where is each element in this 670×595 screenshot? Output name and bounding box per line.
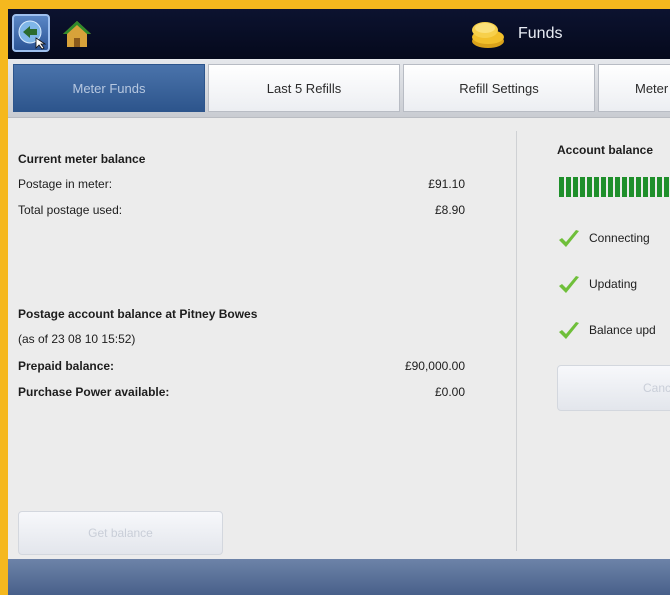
meter-funds-panel: Current meter balance Postage in meter: …: [8, 117, 516, 559]
page-title: Funds: [518, 25, 563, 42]
purchase-power-label: Purchase Power available:: [18, 385, 170, 399]
bottom-bar: [8, 559, 670, 595]
funds-header: Funds: [468, 9, 562, 59]
tab-bar: Meter Funds Last 5 Refills Refill Settin…: [8, 59, 670, 118]
back-button[interactable]: [12, 14, 50, 52]
home-icon: [63, 21, 91, 47]
check-icon: [559, 230, 579, 247]
meter-balance-heading: Current meter balance: [18, 152, 146, 166]
check-icon: [559, 322, 579, 339]
top-bar: Funds: [8, 9, 670, 59]
tab-refill-settings[interactable]: Refill Settings: [403, 64, 595, 112]
total-postage-used-label: Total postage used:: [18, 203, 123, 217]
status-heading: Account balance: [557, 143, 654, 157]
purchase-power-value: £0.00: [434, 385, 465, 399]
tab-meter[interactable]: Meter: [598, 64, 670, 112]
status-panel: Account balance Connecting Updating Bala…: [517, 117, 670, 559]
tab-last-5-refills[interactable]: Last 5 Refills: [208, 64, 400, 112]
account-balance-heading: Postage account balance at Pitney Bowes: [18, 307, 258, 321]
back-arrow-icon: [18, 20, 47, 50]
step-updating: Updating: [589, 277, 638, 291]
tab-meter-funds[interactable]: Meter Funds: [13, 64, 205, 112]
check-icon: [559, 276, 579, 293]
prepaid-balance-label: Prepaid balance:: [18, 359, 115, 373]
postage-in-meter-value: £91.10: [428, 177, 465, 191]
get-balance-button[interactable]: Get balance: [18, 511, 223, 555]
postage-in-meter-label: Postage in meter:: [18, 177, 113, 191]
screen: Funds Meter Funds Last 5 Refills Refill …: [8, 9, 670, 595]
prepaid-balance-value: £90,000.00: [404, 359, 465, 373]
progress-bar: [559, 177, 670, 197]
step-connecting: Connecting: [589, 231, 650, 245]
step-balance-updated: Balance upd: [589, 323, 656, 337]
cancel-button[interactable]: Cancel: [557, 365, 670, 411]
total-postage-used-value: £8.90: [434, 203, 465, 217]
as-of-timestamp: (as of 23 08 10 15:52): [18, 332, 136, 346]
coins-icon: [472, 22, 504, 48]
home-button[interactable]: [60, 17, 94, 51]
